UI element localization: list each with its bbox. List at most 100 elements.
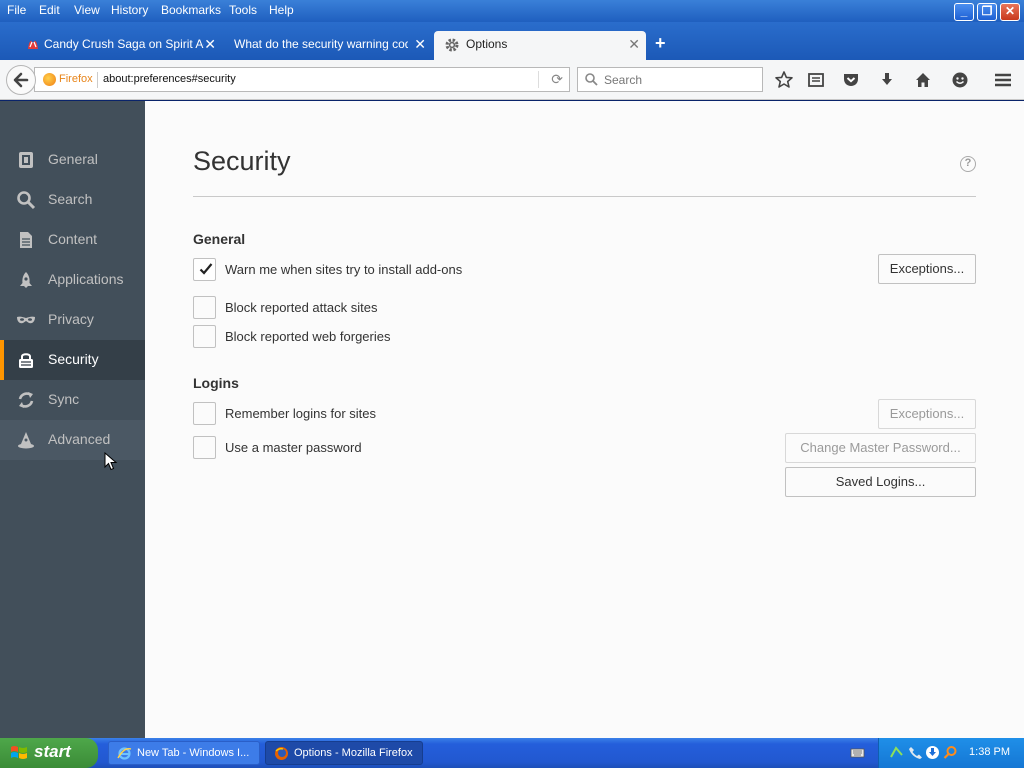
block-attack-row[interactable]: Block reported attack sites: [193, 296, 593, 320]
category-label: General: [48, 151, 98, 167]
menu-history[interactable]: History: [111, 3, 148, 17]
windows-taskbar: start New Tab - Windows I... Options - M…: [0, 738, 1024, 768]
menu-help[interactable]: Help: [269, 3, 294, 17]
checkmark-icon: [199, 262, 213, 275]
hello-smiley-icon[interactable]: [950, 70, 970, 90]
addons-exceptions-button[interactable]: Exceptions...: [878, 254, 976, 284]
warn-addons-row[interactable]: Warn me when sites try to install add-on…: [193, 258, 593, 282]
tab-strip: Candy Crush Saga on Spirit Ac... ✕ What …: [0, 22, 1024, 60]
advanced-wizard-icon: [16, 430, 36, 450]
category-applications[interactable]: Applications: [0, 260, 145, 300]
tab-close-icon[interactable]: ✕: [628, 36, 640, 53]
category-label: Sync: [48, 391, 80, 407]
privacy-mask-icon: [16, 310, 36, 330]
category-label: Content: [48, 231, 98, 247]
warn-addons-checkbox[interactable]: [193, 258, 216, 281]
bookmarks-menu-icon[interactable]: [806, 70, 826, 90]
security-lock-icon: [16, 350, 36, 370]
category-privacy[interactable]: Privacy: [0, 300, 145, 340]
logins-exceptions-button[interactable]: Exceptions...: [878, 399, 976, 429]
bookmark-star-icon[interactable]: [774, 70, 794, 90]
category-content[interactable]: Content: [0, 220, 145, 260]
change-master-password-button[interactable]: Change Master Password...: [785, 433, 976, 463]
tab-security-warning[interactable]: What do the security warning code... ✕: [222, 31, 432, 60]
warn-addons-label: Warn me when sites try to install add-on…: [225, 262, 463, 277]
category-label: Search: [48, 191, 93, 207]
category-advanced[interactable]: Advanced: [0, 420, 145, 460]
back-button[interactable]: [6, 65, 36, 95]
tab-options[interactable]: Options ✕: [434, 31, 646, 60]
tab-close-icon[interactable]: ✕: [414, 36, 426, 53]
master-password-row[interactable]: Use a master password: [193, 436, 593, 460]
category-general[interactable]: General: [0, 140, 145, 180]
home-icon[interactable]: [913, 70, 933, 90]
general-icon: [16, 150, 36, 170]
reload-icon[interactable]: ⟳: [551, 71, 563, 88]
search-icon: [16, 190, 36, 210]
download-tray-icon[interactable]: [925, 745, 940, 760]
menu-edit[interactable]: Edit: [39, 3, 60, 17]
block-forgeries-checkbox[interactable]: [193, 325, 216, 348]
block-forgeries-row[interactable]: Block reported web forgeries: [193, 325, 593, 349]
reload-separator: [538, 71, 539, 88]
master-password-label: Use a master password: [225, 440, 362, 455]
firefox-identity-icon[interactable]: [43, 73, 56, 86]
start-button[interactable]: start: [0, 738, 98, 768]
url-text[interactable]: about:preferences#security: [103, 73, 236, 85]
help-icon[interactable]: ?: [960, 156, 976, 172]
download-icon[interactable]: [877, 70, 897, 90]
candy-icon: [26, 37, 40, 51]
applications-icon: [16, 270, 36, 290]
keyboard-icon[interactable]: [850, 745, 865, 760]
gear-icon: [444, 37, 459, 52]
phone-icon[interactable]: [908, 745, 923, 760]
start-label: start: [34, 742, 71, 761]
saved-logins-button[interactable]: Saved Logins...: [785, 467, 976, 497]
remember-logins-label: Remember logins for sites: [225, 406, 376, 421]
category-security[interactable]: Security: [0, 340, 145, 380]
category-sync[interactable]: Sync: [0, 380, 145, 420]
menu-bookmarks[interactable]: Bookmarks: [161, 3, 221, 17]
identity-label: Firefox: [59, 73, 93, 85]
url-bar[interactable]: Firefox about:preferences#security ⟳: [34, 67, 570, 92]
new-tab-button[interactable]: +: [655, 33, 666, 54]
page-title: Security: [193, 146, 291, 176]
back-arrow-icon: [13, 72, 29, 88]
pocket-icon[interactable]: [841, 70, 861, 90]
remember-logins-row[interactable]: Remember logins for sites: [193, 402, 593, 426]
category-label: Advanced: [48, 431, 111, 447]
category-label: Applications: [48, 271, 124, 287]
tab-candy-crush[interactable]: Candy Crush Saga on Spirit Ac... ✕: [20, 31, 222, 60]
category-label: Security: [48, 351, 99, 367]
category-search[interactable]: Search: [0, 180, 145, 220]
block-forgeries-label: Block reported web forgeries: [225, 329, 391, 344]
network-icon[interactable]: [889, 745, 904, 760]
search-bar[interactable]: Search: [577, 67, 763, 92]
system-tray: 1:38 PM: [878, 738, 1024, 768]
screen: File Edit View History Bookmarks Tools H…: [0, 0, 1024, 768]
taskbar-item-firefox[interactable]: Options - Mozilla Firefox: [265, 741, 423, 765]
taskbar-item-ie[interactable]: New Tab - Windows I...: [108, 741, 260, 765]
content-icon: [16, 230, 36, 250]
tab-label: Candy Crush Saga on Spirit Ac...: [44, 37, 204, 51]
clock[interactable]: 1:38 PM: [969, 746, 1010, 758]
remember-logins-checkbox[interactable]: [193, 402, 216, 425]
search-icon: [584, 72, 598, 86]
block-attack-checkbox[interactable]: [193, 296, 216, 319]
tab-label: What do the security warning code...: [234, 37, 408, 51]
minimize-button[interactable]: _: [954, 3, 974, 21]
preferences-sidebar: General Search Content Applications Priv…: [0, 101, 145, 738]
hamburger-menu-icon[interactable]: [993, 70, 1013, 90]
search-tray-icon[interactable]: [943, 745, 958, 760]
master-password-checkbox[interactable]: [193, 436, 216, 459]
tab-close-icon[interactable]: ✕: [204, 36, 216, 53]
category-label: Privacy: [48, 311, 94, 327]
menu-file[interactable]: File: [7, 3, 26, 17]
menu-view[interactable]: View: [74, 3, 100, 17]
sync-icon: [16, 390, 36, 410]
menu-tools[interactable]: Tools: [229, 3, 257, 17]
close-window-button[interactable]: ✕: [1000, 3, 1020, 21]
taskbar-item-label: Options - Mozilla Firefox: [294, 747, 413, 759]
restore-button[interactable]: ❐: [977, 3, 997, 21]
firefox-icon: [274, 746, 289, 761]
